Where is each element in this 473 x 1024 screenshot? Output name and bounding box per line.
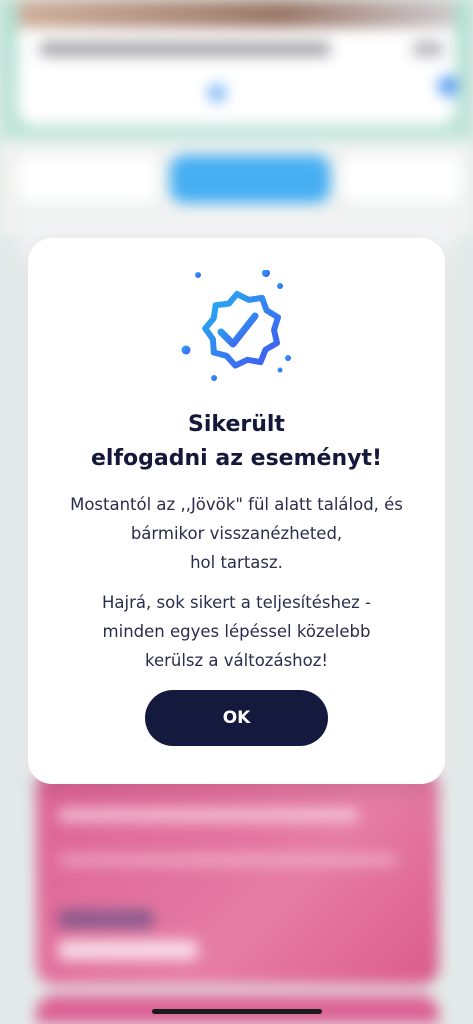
dialog-encouragement-line-2: minden egyes lépéssel közelebb — [102, 622, 371, 641]
dialog-encouragement-line-1: Hajrá, sok sikert a teljesítéshez - — [102, 593, 371, 612]
success-dialog: Sikerült elfogadni az eseményt! Mostantó… — [28, 238, 445, 784]
dialog-message-line-3: hol tartasz. — [190, 553, 283, 572]
dialog-title: Sikerült elfogadni az eseményt! — [28, 408, 445, 476]
ok-button[interactable]: OK — [145, 690, 328, 746]
home-indicator[interactable] — [152, 1009, 322, 1014]
dialog-message-line-1: Mostantól az ,,Jövök" fül alatt találod,… — [70, 495, 403, 514]
dialog-message-line-2: bármikor visszanézheted, — [130, 524, 343, 543]
dialog-encouragement-line-3: kerülsz a változáshoz! — [144, 651, 329, 670]
dialog-title-line-2: elfogadni az eseményt! — [91, 446, 382, 471]
dialog-encouragement: Hajrá, sok sikert a teljesítéshez - mind… — [48, 588, 425, 675]
dialog-message: Mostantól az ,,Jövök" fül alatt találod,… — [48, 490, 425, 577]
verified-check-badge-icon — [181, 270, 291, 381]
dialog-title-line-1: Sikerült — [188, 412, 285, 437]
